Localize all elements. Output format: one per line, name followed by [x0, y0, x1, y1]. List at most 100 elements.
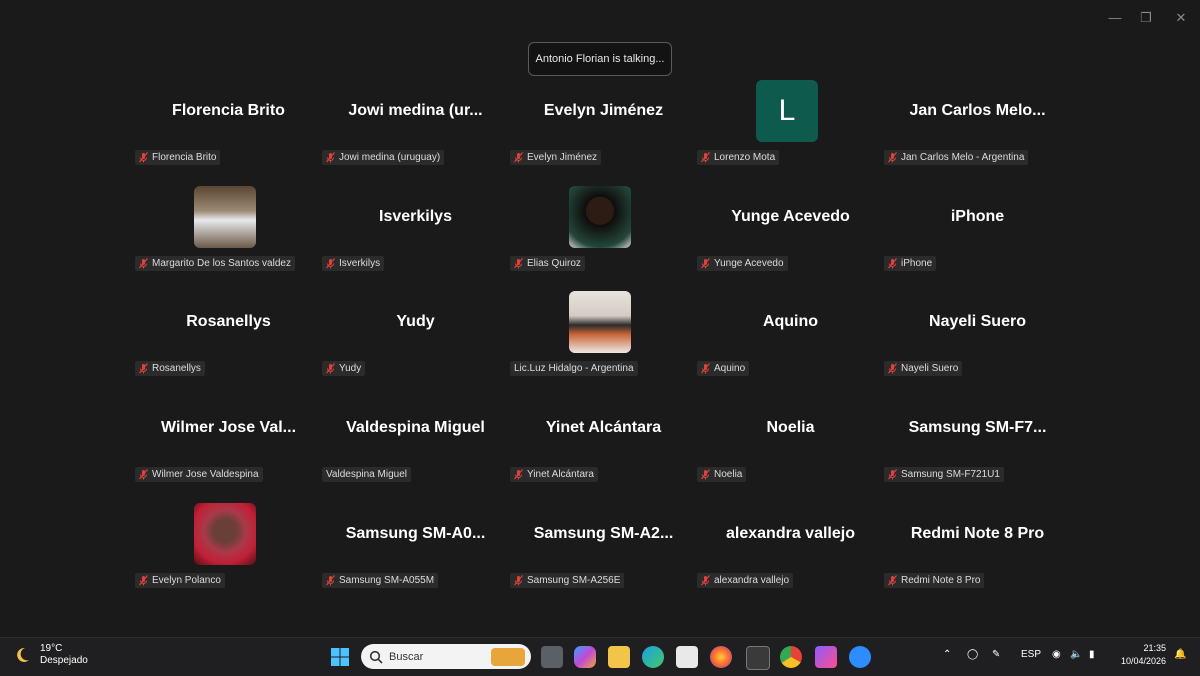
participant-tile[interactable]: Jowi medina (ur... Jowi medina (uruguay) [322, 86, 509, 191]
participant-label: Samsung SM-F721U1 [884, 467, 1004, 482]
participant-label: Evelyn Jiménez [510, 150, 602, 165]
participant-name: Florencia Brito [172, 102, 285, 119]
participant-tile[interactable]: Elias Quiroz [510, 186, 697, 297]
video-thumbnail [569, 291, 631, 353]
mic-muted-icon [701, 363, 710, 374]
participant-tile[interactable]: L Lorenzo Mota [697, 80, 884, 191]
network-muted-icon[interactable]: ◯ [967, 649, 978, 660]
participant-tile[interactable]: Samsung SM-A0... Samsung SM-A055M [322, 509, 509, 614]
participant-tile[interactable]: Evelyn Polanco [135, 503, 322, 614]
participant-tile[interactable]: alexandra vallejo alexandra vallejo [697, 509, 884, 614]
video-thumbnail [569, 186, 631, 248]
participant-label-text: Samsung SM-F721U1 [901, 469, 1000, 480]
participant-name: Yunge Acevedo [731, 208, 850, 225]
participant-tile[interactable]: Noelia Noelia [697, 403, 884, 508]
participant-tile[interactable]: Samsung SM-A2... Samsung SM-A256E [510, 509, 697, 614]
participant-label-text: alexandra vallejo [714, 575, 790, 586]
firefox-icon[interactable] [710, 646, 732, 668]
participant-label-text: Samsung SM-A256E [527, 575, 621, 586]
participant-label-text: Redmi Note 8 Pro [901, 575, 981, 586]
participant-label: Yinet Alcántara [510, 467, 598, 482]
participant-label-text: Evelyn Jiménez [527, 152, 598, 163]
moon-icon [17, 647, 29, 662]
participant-name: alexandra vallejo [726, 525, 855, 542]
participant-name: Wilmer Jose Val... [160, 419, 297, 436]
taskbar-search[interactable]: Buscar [361, 644, 531, 669]
participant-name: Valdespina Miguel [346, 419, 485, 436]
mic-muted-icon [701, 469, 710, 480]
participant-tile[interactable]: Evelyn Jiménez Evelyn Jiménez [510, 86, 697, 191]
weather-widget[interactable]: 19°C Despejado [12, 643, 88, 667]
search-highlight-icon [491, 647, 525, 666]
task-view-icon[interactable] [541, 646, 563, 668]
vpn-icon[interactable] [815, 646, 837, 668]
participant-tile[interactable]: Yunge Acevedo Yunge Acevedo [697, 192, 884, 297]
participant-label-text: Jan Carlos Melo - Argentina [901, 152, 1025, 163]
participant-label: Samsung SM-A256E [510, 573, 625, 588]
participant-tile[interactable]: Jan Carlos Melo... Jan Carlos Melo - Arge… [884, 86, 1071, 191]
mic-muted-icon [888, 575, 897, 586]
search-placeholder: Buscar [389, 650, 424, 663]
participant-tile[interactable]: Nayeli Suero Nayeli Suero [884, 297, 1071, 402]
clock-time: 21:35 [1143, 643, 1166, 653]
minimize-icon[interactable]: — [1105, 8, 1125, 28]
participant-name: Samsung SM-A2... [533, 525, 674, 542]
participant-label: Samsung SM-A055M [322, 573, 439, 588]
participant-tile[interactable]: Samsung SM-F7... Samsung SM-F721U1 [884, 403, 1071, 508]
copilot-icon[interactable] [574, 646, 596, 668]
participant-tile[interactable]: Aquino Aquino [697, 297, 884, 402]
participant-tile[interactable]: Lic.Luz Hidalgo - Argentina [510, 291, 697, 402]
participant-tile[interactable]: Rosanellys Rosanellys [135, 297, 322, 402]
restore-icon[interactable]: ❐ [1136, 8, 1156, 28]
mic-muted-icon [139, 575, 148, 586]
search-icon [369, 650, 383, 664]
participant-name: Jan Carlos Melo... [909, 102, 1046, 119]
participant-label-text: Lorenzo Mota [714, 152, 776, 163]
battery-icon[interactable]: ▮ [1089, 649, 1095, 660]
participant-label: alexandra vallejo [697, 573, 794, 588]
participant-tile[interactable]: Redmi Note 8 Pro Redmi Note 8 Pro [884, 509, 1071, 614]
participant-tile[interactable]: Yudy Yudy [322, 297, 509, 402]
participant-name: Yudy [396, 313, 435, 330]
volume-icon[interactable]: 🔈 [1070, 649, 1082, 660]
wifi-icon[interactable]: ◉ [1052, 649, 1061, 660]
participant-label: Isverkilys [322, 256, 385, 271]
participant-label: Nayeli Suero [884, 361, 963, 376]
windows-start-icon[interactable] [330, 647, 350, 667]
close-icon[interactable]: ✕ [1171, 8, 1191, 28]
notion-icon[interactable] [746, 646, 770, 670]
participant-tile[interactable]: Yinet Alcántara Yinet Alcántara [510, 403, 697, 508]
participant-name: Redmi Note 8 Pro [910, 525, 1045, 542]
chevron-up-icon[interactable]: ⌃ [943, 649, 951, 660]
mic-muted-icon [514, 575, 523, 586]
language-indicator[interactable]: ESP [1021, 649, 1041, 660]
mic-muted-icon [888, 469, 897, 480]
edge-icon[interactable] [642, 646, 664, 668]
participant-tile[interactable]: Wilmer Jose Val... Wilmer Jose Valdespina [135, 403, 322, 508]
zoom-app-icon[interactable] [849, 646, 871, 668]
participant-name: Yinet Alcántara [545, 419, 662, 436]
participant-tile[interactable]: Margarito De los Santos valdez [135, 186, 322, 297]
participant-name: Isverkilys [379, 208, 452, 225]
participant-label-text: Wilmer Jose Valdespina [152, 469, 259, 480]
notification-bell-icon[interactable]: 🔔 [1174, 649, 1186, 660]
mic-muted-icon [326, 258, 335, 269]
clock[interactable]: 21:35 10/04/2026 [1114, 642, 1166, 668]
participant-label: Rosanellys [135, 361, 205, 376]
participant-name: Noelia [766, 419, 815, 436]
participant-label-text: Rosanellys [152, 363, 201, 374]
participant-label: Valdespina Miguel [322, 467, 411, 482]
participant-label: Yudy [322, 361, 366, 376]
participant-tile[interactable]: Valdespina Miguel Valdespina Miguel [322, 403, 509, 508]
file-explorer-icon[interactable] [608, 646, 630, 668]
pen-icon[interactable]: ✎ [992, 649, 1000, 660]
participant-tile[interactable]: iPhone iPhone [884, 192, 1071, 297]
participant-label-text: Margarito De los Santos valdez [152, 258, 291, 269]
participant-tile[interactable]: Isverkilys Isverkilys [322, 192, 509, 297]
participant-label-text: Isverkilys [339, 258, 381, 269]
participant-label-text: Yudy [339, 363, 362, 374]
store-icon[interactable] [676, 646, 698, 668]
participant-tile[interactable]: Florencia Brito Florencia Brito [135, 86, 322, 191]
chrome-icon[interactable] [780, 646, 802, 668]
participant-label: Elias Quiroz [510, 256, 585, 271]
